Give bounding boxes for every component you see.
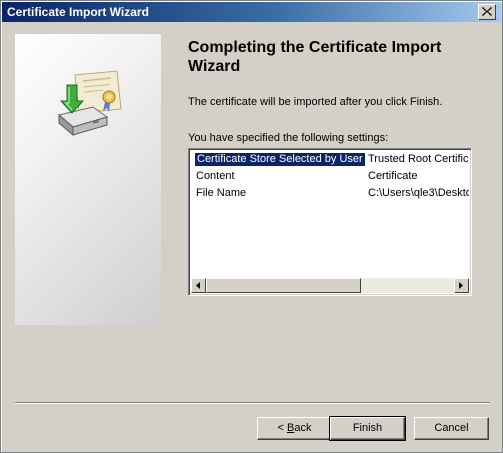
settings-row[interactable]: File Name C:\Users\qle3\Desktop [191, 185, 469, 202]
wizard-side-panel [15, 34, 161, 325]
scroll-right-button[interactable] [454, 278, 469, 293]
certificate-import-icon [57, 70, 122, 137]
settings-listbox[interactable]: Certificate Store Selected by User Trust… [188, 148, 472, 296]
settings-row[interactable]: Content Certificate [191, 168, 469, 185]
window-title: Certificate Import Wizard [7, 5, 149, 19]
setting-value: Certificate [368, 170, 418, 182]
setting-value: Trusted Root Certification Authorities [368, 153, 469, 165]
scroll-left-button[interactable] [191, 278, 206, 293]
setting-name: Certificate Store Selected by User [194, 152, 366, 167]
back-button-rest: ack [294, 422, 312, 434]
settings-rows: Certificate Store Selected by User Trust… [191, 151, 469, 277]
button-separator [15, 402, 490, 404]
settings-label: You have specified the following setting… [188, 132, 389, 144]
close-icon [482, 7, 492, 16]
setting-name: Content [196, 170, 235, 182]
wizard-heading: Completing the Certificate Import Wizard [188, 39, 442, 75]
certificate-import-wizard-window: Certificate Import Wizard Completing the… [0, 0, 503, 453]
back-button-prefix: < [277, 422, 287, 434]
scroll-left-arrow-icon [196, 282, 200, 289]
setting-name: File Name [196, 187, 247, 199]
settings-row[interactable]: Certificate Store Selected by User Trust… [191, 151, 469, 168]
scroll-right-arrow-icon [459, 282, 463, 289]
cancel-button[interactable]: Cancel [414, 417, 489, 440]
horizontal-scrollbar[interactable] [191, 278, 469, 293]
close-button[interactable] [478, 4, 496, 20]
setting-value: C:\Users\qle3\Desktop [368, 187, 469, 199]
finish-button[interactable]: Finish [329, 416, 406, 441]
info-text: The certificate will be imported after y… [188, 96, 443, 108]
title-bar[interactable]: Certificate Import Wizard [2, 2, 501, 22]
scrollbar-thumb[interactable] [206, 278, 361, 293]
back-button[interactable]: < Back [257, 417, 332, 440]
